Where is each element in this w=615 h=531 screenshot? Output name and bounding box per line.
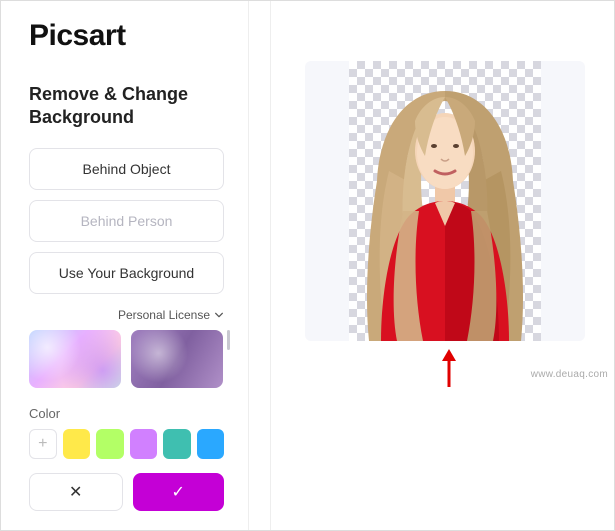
canvas-area: www.deuaq.com: [271, 1, 614, 530]
action-row: ✕ ✓: [29, 473, 224, 511]
watermark: www.deuaq.com: [531, 369, 608, 380]
color-swatch-yellow[interactable]: [63, 429, 90, 459]
color-swatch-teal[interactable]: [163, 429, 190, 459]
license-label: Personal License: [118, 308, 210, 322]
canvas[interactable]: [305, 61, 585, 341]
behind-person-button[interactable]: Behind Person: [29, 200, 224, 242]
color-swatch-blue[interactable]: [197, 429, 224, 459]
subject-image: [349, 61, 541, 341]
chevron-down-icon: [214, 310, 224, 320]
section-title: Remove & Change Background: [29, 83, 224, 130]
color-section-label: Color: [29, 406, 224, 421]
bg-thumbnail-2[interactable]: [131, 330, 223, 388]
confirm-button[interactable]: ✓: [133, 473, 225, 511]
behind-object-button[interactable]: Behind Object: [29, 148, 224, 190]
annotation-arrow-icon: [439, 349, 459, 389]
color-swatch-purple[interactable]: [130, 429, 157, 459]
color-swatches: +: [29, 429, 224, 459]
add-color-swatch[interactable]: +: [29, 429, 57, 459]
license-dropdown[interactable]: Personal License: [29, 308, 224, 322]
color-swatch-green[interactable]: [96, 429, 123, 459]
sidebar: Picsart Remove & Change Background Behin…: [1, 1, 249, 530]
background-thumbnails: [29, 330, 224, 388]
divider-column: [249, 1, 271, 530]
thumb-scrollbar[interactable]: [227, 330, 230, 350]
brand-logo: Picsart: [29, 19, 224, 53]
use-your-background-button[interactable]: Use Your Background: [29, 252, 224, 294]
cancel-button[interactable]: ✕: [29, 473, 123, 511]
bg-thumbnail-1[interactable]: [29, 330, 121, 388]
